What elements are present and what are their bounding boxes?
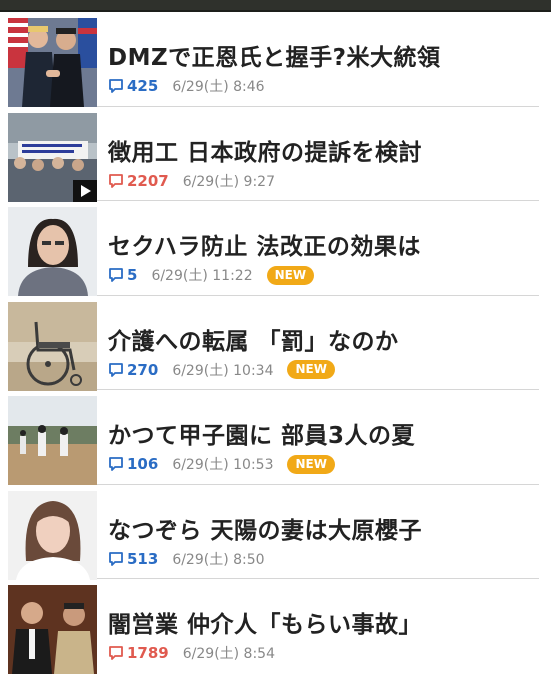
news-thumbnail-actress[interactable]: [8, 490, 97, 580]
comment-icon: [109, 173, 123, 188]
actress-portrait: [8, 490, 97, 580]
comment-count[interactable]: 106: [127, 455, 158, 473]
news-meta: 5 6/29(土) 11:22 NEW: [108, 265, 315, 285]
news-meta: 1789 6/29(土) 8:54: [108, 643, 289, 663]
news-item[interactable]: セクハラ防止 法改正の効果は 5 6/29(土) 11:22 NEW: [8, 201, 539, 296]
comment-icon: [109, 362, 123, 377]
comment-icon: [109, 551, 123, 566]
news-item[interactable]: 介護への転属 「罰」なのか 270 6/29(土) 10:34 NEW: [8, 296, 539, 391]
news-meta: 425 6/29(土) 8:46: [108, 76, 279, 96]
news-date: 6/29(土) 8:54: [182, 646, 276, 662]
news-thumbnail-wheelchair[interactable]: [8, 301, 97, 391]
comment-icon: [109, 457, 123, 471]
news-title[interactable]: セクハラ防止 法改正の効果は: [108, 227, 539, 261]
news-thumbnail-protest[interactable]: [8, 112, 97, 202]
comment-count[interactable]: 270: [127, 361, 158, 379]
new-badge: NEW: [266, 265, 315, 285]
news-meta: 270 6/29(土) 10:34 NEW: [108, 360, 335, 380]
comment-count[interactable]: 1789: [127, 644, 169, 662]
news-meta: 106 6/29(土) 10:53 NEW: [108, 454, 335, 474]
news-date: 6/29(土) 8:46: [172, 79, 265, 95]
news-item[interactable]: なつぞら 天陽の妻は大原櫻子 513 6/29(土) 8:50: [8, 485, 539, 580]
news-title[interactable]: DMZで正恩氏と握手?米大統領: [108, 38, 539, 72]
news-title[interactable]: 闇営業 仲介人「もらい事故」: [108, 605, 539, 639]
news-title[interactable]: 介護への転属 「罰」なのか: [108, 322, 539, 356]
comment-icon: [109, 79, 123, 93]
news-thumbnail-baseball[interactable]: [8, 396, 97, 485]
news-item[interactable]: 徴用工 日本政府の提訴を検討 2207 6/29(土) 9:27: [8, 107, 539, 202]
news-date: 6/29(土) 8:50: [172, 551, 265, 568]
video-play-icon[interactable]: [73, 179, 97, 202]
comment-icon: [109, 268, 123, 282]
comment-count[interactable]: 425: [127, 77, 158, 95]
news-date: 6/29(土) 11:22: [151, 268, 253, 284]
comment-icon: [109, 646, 123, 660]
news-title[interactable]: かつて甲子園に 部員3人の夏: [108, 416, 539, 450]
news-meta: 513 6/29(土) 8:50: [108, 549, 279, 569]
news-meta: 2207 6/29(土) 9:27: [108, 171, 289, 191]
new-badge: NEW: [287, 454, 335, 474]
news-thumbnail-handshake[interactable]: [8, 18, 97, 107]
news-date: 6/29(土) 10:53: [172, 457, 274, 473]
news-date: 6/29(土) 9:27: [182, 173, 276, 190]
top-bar: [0, 0, 551, 12]
news-date: 6/29(土) 10:34: [172, 362, 274, 379]
new-badge: NEW: [287, 360, 335, 379]
news-thumbnail-portrait[interactable]: [8, 207, 97, 296]
news-item[interactable]: DMZで正恩氏と握手?米大統領 425 6/29(土) 8:46: [8, 12, 539, 107]
comment-count[interactable]: 2207: [127, 172, 169, 190]
comment-count[interactable]: 513: [127, 550, 158, 568]
comedians-photo: [8, 585, 97, 674]
comment-count[interactable]: 5: [127, 266, 137, 284]
news-list: DMZで正恩氏と握手?米大統領 425 6/29(土) 8:46 徴用工 日本政…: [0, 12, 551, 674]
news-title[interactable]: 徴用工 日本政府の提訴を検討: [108, 133, 539, 167]
news-thumbnail-comedians[interactable]: [8, 585, 97, 674]
news-title[interactable]: なつぞら 天陽の妻は大原櫻子: [108, 511, 539, 545]
news-item[interactable]: 闇営業 仲介人「もらい事故」 1789 6/29(土) 8:54: [8, 579, 539, 674]
wheelchair-photo: [8, 301, 97, 391]
handshake-photo: [8, 18, 97, 107]
news-item[interactable]: かつて甲子園に 部員3人の夏 106 6/29(土) 10:53 NEW: [8, 390, 539, 485]
woman-portrait: [8, 207, 97, 296]
baseball-photo: [8, 396, 97, 485]
